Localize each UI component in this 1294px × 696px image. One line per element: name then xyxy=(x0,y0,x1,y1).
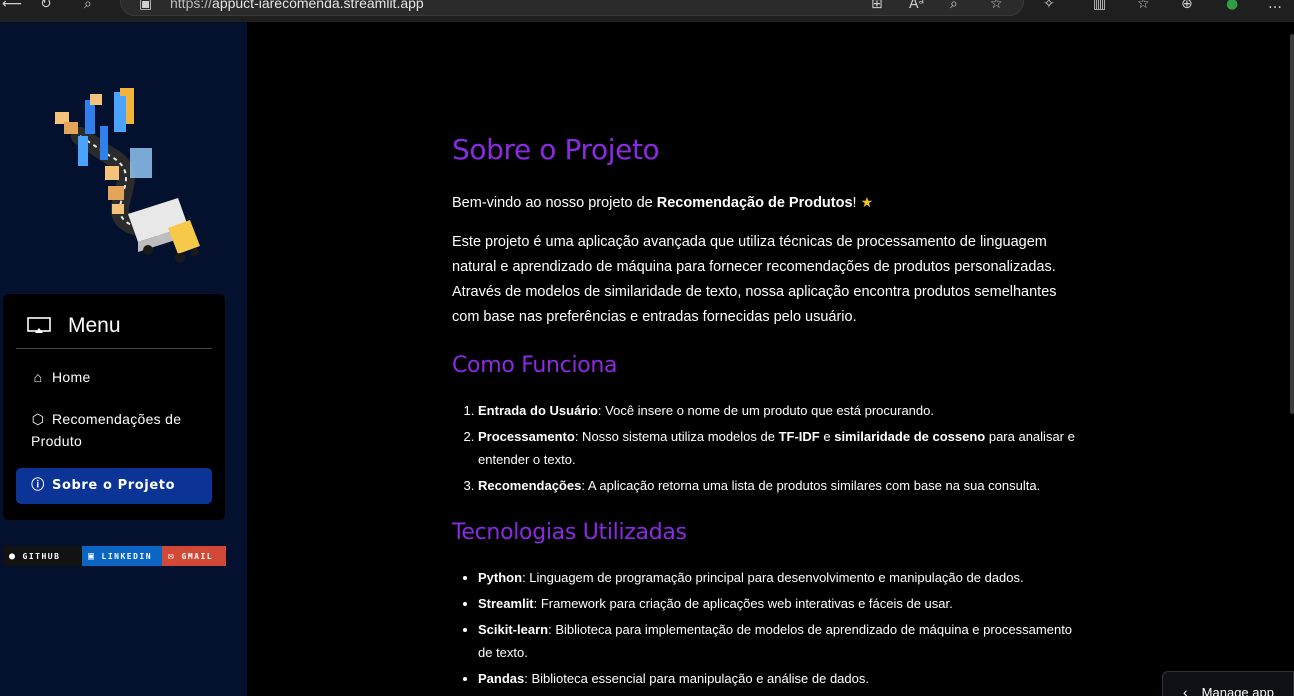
collections-icon[interactable]: ⊕ xyxy=(1181,0,1193,13)
display-icon xyxy=(27,317,51,333)
list-item: Streamlit: Framework para criação de apl… xyxy=(478,592,1082,615)
chevron-left-icon: ‹ xyxy=(1183,684,1188,696)
house-icon: ⌂ xyxy=(33,369,43,385)
profile-icon[interactable]: ● xyxy=(1226,0,1238,13)
section-title-tech: Tecnologias Utilizadas xyxy=(452,520,687,545)
url-text[interactable]: https://appuct-iarecomenda.streamlit.app xyxy=(170,0,424,11)
more-icon[interactable]: … xyxy=(1268,0,1282,13)
favorites-list-icon[interactable]: ☆ xyxy=(1137,0,1150,13)
sidebar-item-label: Sobre o Projeto xyxy=(52,478,176,493)
linkedin-badge[interactable]: ▣ LINKEDIN xyxy=(82,546,162,566)
sidebar-item-label: Home xyxy=(52,369,91,385)
star-icon: ★ xyxy=(860,194,874,210)
info-icon: ⓘ xyxy=(31,478,45,493)
list-item: Pandas: Biblioteca essencial para manipu… xyxy=(478,667,1082,690)
social-badges: ● GITHUB ▣ LINKEDIN ✉ GMAIL xyxy=(3,546,226,566)
sidebar-item-home[interactable]: ⌂ Home xyxy=(16,366,212,388)
refresh-icon[interactable]: ↻ xyxy=(40,0,52,13)
gmail-icon: ✉ xyxy=(168,550,176,562)
menu-title: Menu xyxy=(68,314,121,337)
search-icon[interactable]: ⌕ xyxy=(84,0,92,13)
welcome-text: Bem-vindo ao nosso projeto de Recomendaç… xyxy=(452,194,874,211)
gmail-badge[interactable]: ✉ GMAIL xyxy=(162,546,226,566)
list-item: Scikit-learn: Biblioteca para implementa… xyxy=(478,618,1082,664)
sidebar: Menu ⌂ Home ⬡ Recomendações de Produto ⓘ So… xyxy=(0,22,247,696)
browser-toolbar: ⟵ ↻ ⌕ ▣ https://appuct-iarecomenda.strea… xyxy=(0,0,1294,22)
sidebar-item-sobre[interactable]: ⓘ Sobre o Projeto xyxy=(16,468,212,504)
page-scrollbar[interactable] xyxy=(1290,34,1294,414)
list-item: Python: Linguagem de programação princip… xyxy=(478,566,1082,589)
navigation-menu: Menu ⌂ Home ⬡ Recomendações de Produto ⓘ So… xyxy=(3,294,225,520)
manage-app-button[interactable]: ‹ Manage app xyxy=(1162,671,1294,696)
page-title: Sobre o Projeto xyxy=(452,133,660,166)
site-info-icon[interactable]: ▣ xyxy=(139,0,152,13)
split-screen-icon[interactable]: ▥ xyxy=(1093,0,1106,13)
extensions-icon[interactable]: ✧ xyxy=(1043,0,1055,13)
how-steps-list: Entrada do Usuário: Você insere o nome d… xyxy=(452,399,1082,500)
list-item: Entrada do Usuário: Você insere o nome d… xyxy=(478,399,1082,422)
read-aloud-icon[interactable]: Aᵃ xyxy=(909,0,924,13)
logo-illustration xyxy=(55,88,200,263)
box-icon: ⬡ xyxy=(31,411,45,427)
list-item: Recomendações: A aplicação retorna uma l… xyxy=(478,474,1082,497)
github-badge[interactable]: ● GITHUB xyxy=(3,546,82,566)
section-title-how: Como Funciona xyxy=(452,353,618,378)
sidebar-item-label: Recomendações de Produto xyxy=(31,411,182,449)
list-item: Processamento: Nosso sistema utiliza mod… xyxy=(478,425,1082,471)
tech-list: Python: Linguagem de programação princip… xyxy=(452,566,1082,693)
main-content: Sobre o Projeto Bem-vindo ao nosso proje… xyxy=(247,22,1294,696)
back-icon[interactable]: ⟵ xyxy=(2,0,22,13)
favorite-icon[interactable]: ☆ xyxy=(990,0,1003,13)
menu-divider xyxy=(16,348,212,349)
linkedin-icon: ▣ xyxy=(88,550,96,562)
sidebar-item-recomendacoes[interactable]: ⬡ Recomendações de Produto xyxy=(16,408,212,452)
apps-icon[interactable]: ⊞ xyxy=(871,0,883,13)
zoom-icon[interactable]: ⌕ xyxy=(950,0,958,13)
github-icon: ● xyxy=(9,550,17,562)
menu-header: Menu xyxy=(27,313,121,339)
intro-paragraph: Este projeto é uma aplicação avançada qu… xyxy=(452,234,1057,325)
